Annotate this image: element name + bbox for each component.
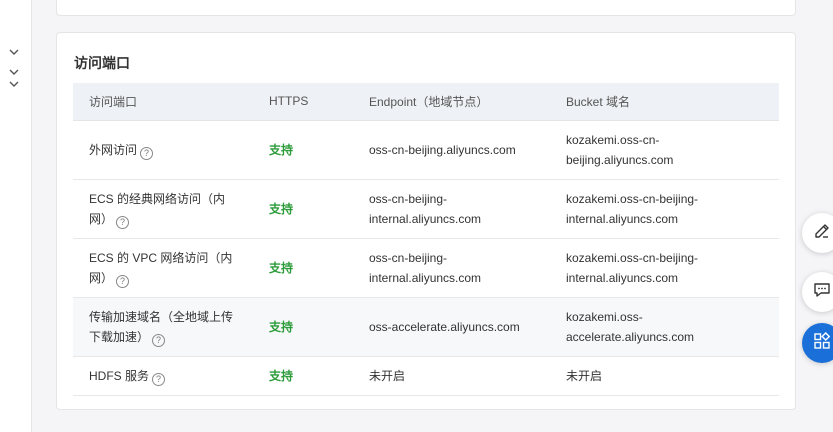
help-icon[interactable]: ? (116, 274, 130, 288)
cell-endpoint: oss-accelerate.aliyuncs.com (353, 297, 550, 357)
cell-endpoint: oss-cn-beijing.aliyuncs.com (353, 120, 550, 180)
endpoint-line1: oss-cn-beijing- (369, 191, 448, 206)
https-support: 支持 (269, 368, 294, 383)
cell-access-port: HDFS 服务? (73, 356, 253, 396)
header-access-port: 访问端口 (73, 83, 253, 121)
cell-bucket-domain: kozakemi.oss-cn-beijing- internal.aliyun… (550, 179, 779, 239)
endpoint-text: oss-accelerate.aliyuncs.com (369, 319, 520, 334)
port-name: HDFS 服务 (89, 368, 150, 383)
port-name-line1: 传输加速域名（全地域上传 (89, 309, 234, 324)
feedback-button[interactable] (802, 272, 833, 312)
bucket-domain-line2: beijing.aliyuncs.com (566, 152, 674, 167)
cell-bucket-domain: 未开启 (550, 356, 779, 396)
access-port-table: 访问端口 HTTPS Endpoint（地域节点） Bucket 域名 外网访问… (73, 83, 779, 396)
bucket-domain-line1: kozakemi.oss-cn-beijing- (566, 250, 699, 265)
cell-bucket-domain: kozakemi.oss-cn- beijing.aliyuncs.com (550, 120, 779, 180)
bucket-domain-text: 未开启 (566, 368, 603, 383)
header-bucket-domain: Bucket 域名 (550, 83, 779, 121)
endpoint-text: oss-cn-beijing.aliyuncs.com (369, 142, 516, 157)
feedback-icon (813, 281, 831, 304)
cell-https: 支持 (253, 356, 353, 396)
edit-button[interactable] (802, 213, 833, 253)
previous-card (56, 0, 796, 16)
cell-endpoint: oss-cn-beijing- internal.aliyuncs.com (353, 179, 550, 239)
cell-access-port: ECS 的经典网络访问（内 网）? (73, 179, 253, 239)
table-row: ECS 的 VPC 网络访问（内 网）? 支持 oss-cn-beijing- … (73, 238, 779, 298)
chevron-down-icon[interactable] (6, 76, 22, 92)
cell-access-port: 传输加速域名（全地域上传 下载加速）? (73, 297, 253, 357)
cell-endpoint: oss-cn-beijing- internal.aliyuncs.com (353, 238, 550, 298)
cell-https: 支持 (253, 238, 353, 298)
https-support: 支持 (269, 260, 294, 275)
port-name-line2: 网） (89, 211, 114, 226)
help-icon[interactable]: ? (152, 333, 166, 347)
endpoint-line2: internal.aliyuncs.com (369, 211, 482, 226)
cell-access-port: 外网访问? (73, 120, 253, 180)
port-name-line1: ECS 的经典网络访问（内 (89, 191, 226, 206)
https-support: 支持 (269, 201, 294, 216)
bucket-domain-line2: internal.aliyuncs.com (566, 270, 679, 285)
port-name-line2: 网） (89, 270, 114, 285)
cell-bucket-domain: kozakemi.oss- accelerate.aliyuncs.com (550, 297, 779, 357)
port-name-line2: 下载加速） (89, 329, 150, 344)
cell-access-port: ECS 的 VPC 网络访问（内 网）? (73, 238, 253, 298)
cell-https: 支持 (253, 179, 353, 239)
table-header-row: 访问端口 HTTPS Endpoint（地域节点） Bucket 域名 (73, 83, 779, 121)
port-name-line1: ECS 的 VPC 网络访问（内 (89, 250, 233, 265)
table-row: 外网访问? 支持 oss-cn-beijing.aliyuncs.com koz… (73, 120, 779, 180)
cell-https: 支持 (253, 120, 353, 180)
cell-https: 支持 (253, 297, 353, 357)
help-icon[interactable]: ? (152, 372, 166, 386)
header-https: HTTPS (253, 83, 353, 121)
edit-icon (813, 222, 831, 245)
port-name: 外网访问 (89, 142, 138, 157)
help-icon[interactable]: ? (116, 215, 130, 229)
section-title: 访问端口 (74, 55, 130, 71)
chevron-down-icon[interactable] (6, 44, 22, 60)
bucket-domain-line1: kozakemi.oss-cn-beijing- (566, 191, 699, 206)
https-support: 支持 (269, 319, 294, 334)
cell-bucket-domain: kozakemi.oss-cn-beijing- internal.aliyun… (550, 238, 779, 298)
endpoint-text: 未开启 (369, 368, 406, 383)
bucket-domain-line1: kozakemi.oss-cn- (566, 132, 660, 147)
left-rail (0, 0, 32, 432)
https-support: 支持 (269, 142, 294, 157)
apps-icon (813, 331, 831, 355)
table-row: HDFS 服务? 支持 未开启 未开启 (73, 356, 779, 396)
table-row: 传输加速域名（全地域上传 下载加速）? 支持 oss-accelerate.al… (73, 297, 779, 357)
bucket-domain-line2: internal.aliyuncs.com (566, 211, 679, 226)
header-endpoint: Endpoint（地域节点） (353, 83, 550, 121)
endpoint-line2: internal.aliyuncs.com (369, 270, 482, 285)
access-port-card: 访问端口 访问端口 HTTPS Endpoint（地域节点） Bucket 域名… (56, 32, 796, 410)
table-row: ECS 的经典网络访问（内 网）? 支持 oss-cn-beijing- int… (73, 179, 779, 239)
help-icon[interactable]: ? (140, 146, 154, 160)
bucket-domain-line2: accelerate.aliyuncs.com (566, 329, 695, 344)
apps-button[interactable] (802, 323, 833, 363)
cell-endpoint: 未开启 (353, 356, 550, 396)
endpoint-line1: oss-cn-beijing- (369, 250, 448, 265)
bucket-domain-line1: kozakemi.oss- (566, 309, 643, 324)
